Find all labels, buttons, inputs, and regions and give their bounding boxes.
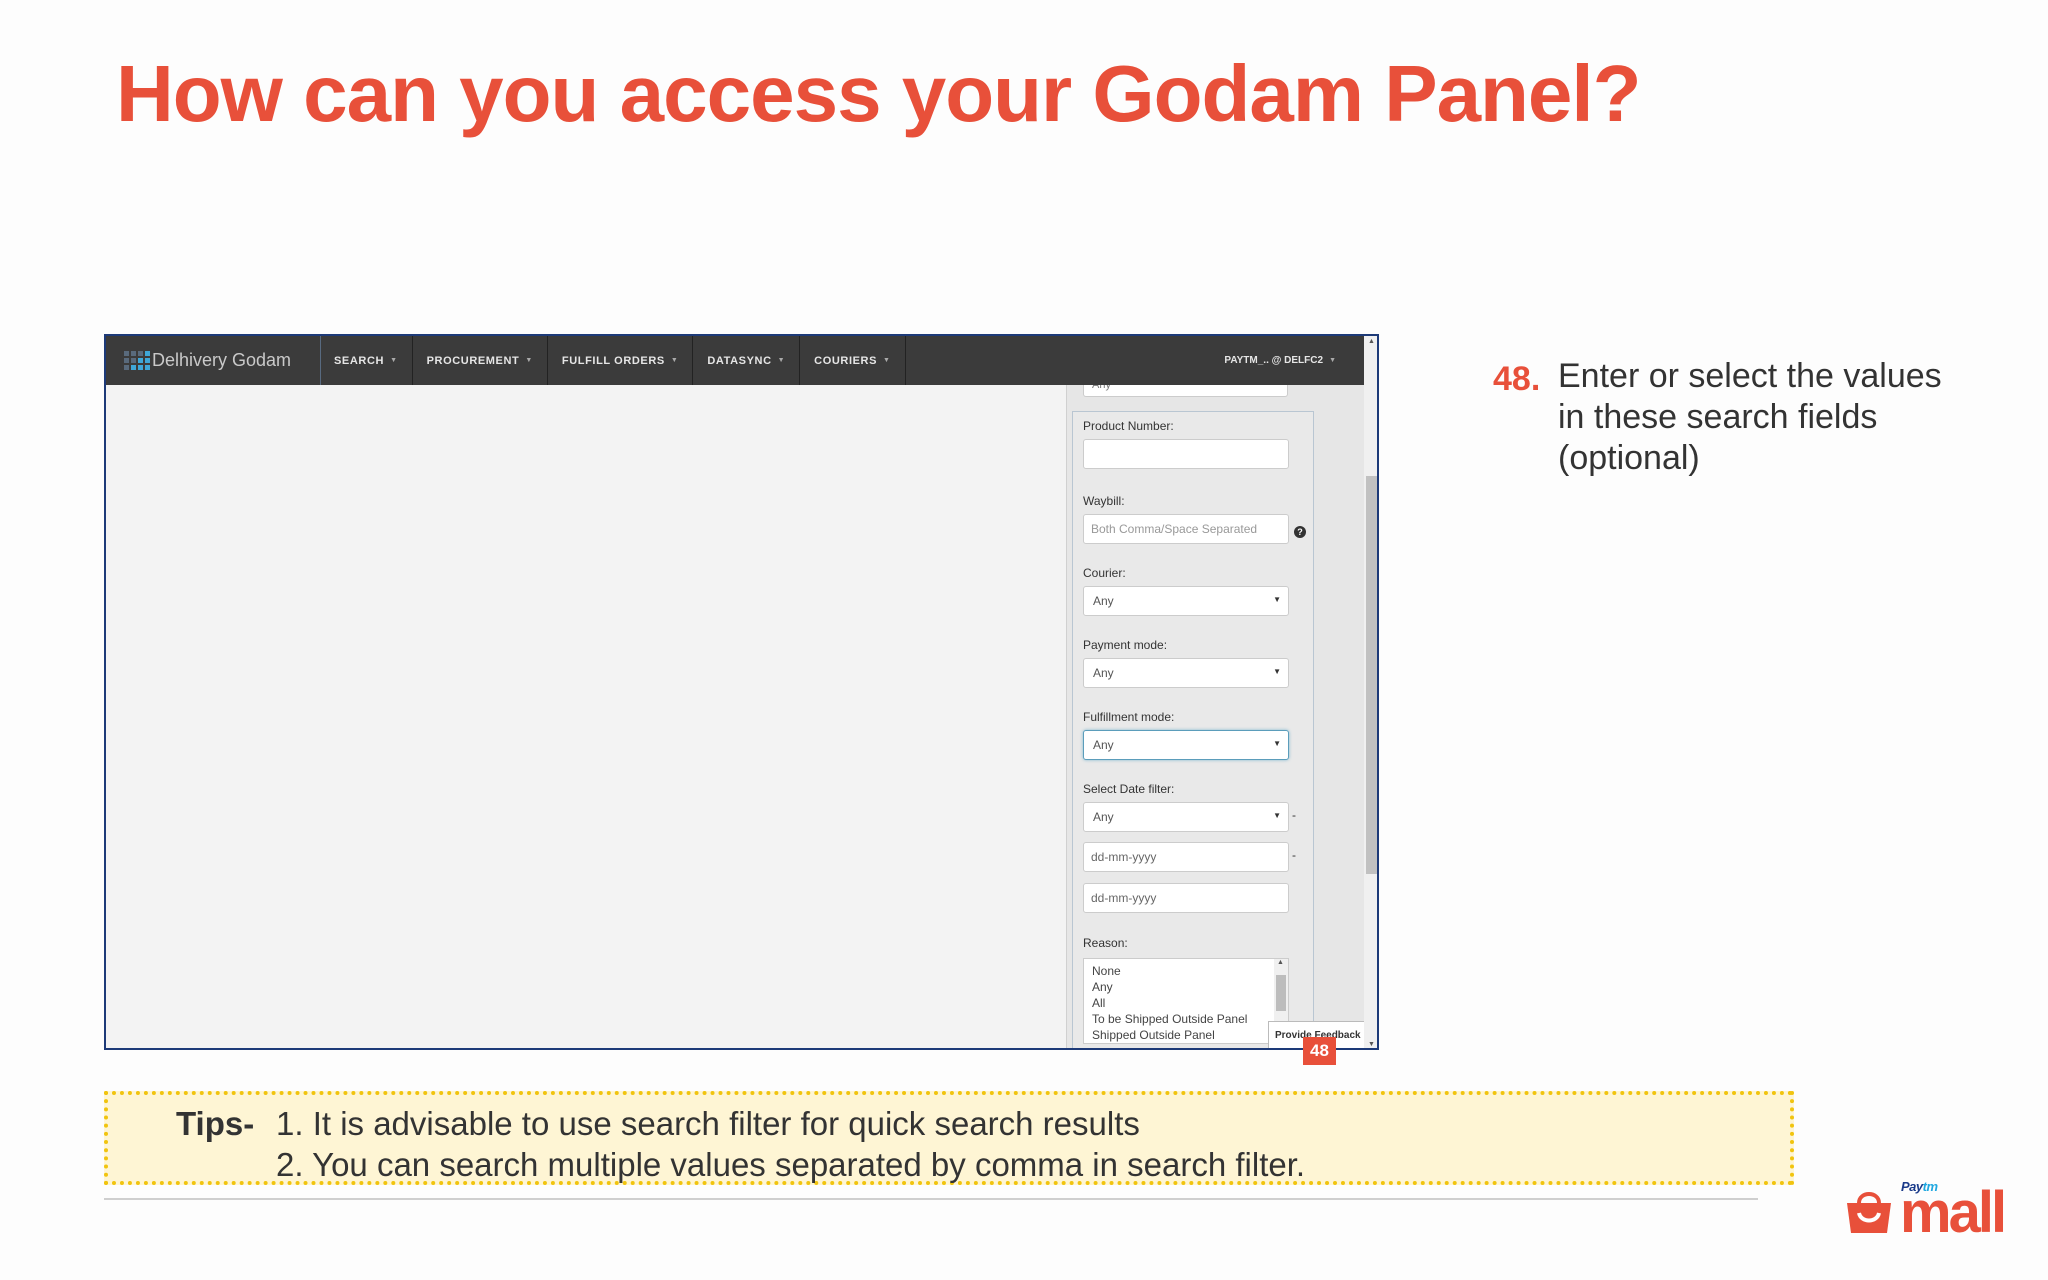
nav-menu: SEARCH ▼ PROCUREMENT ▼ FULFILL ORDERS ▼ DAT… (320, 336, 906, 385)
reason-option[interactable]: Any (1084, 979, 1288, 995)
brand[interactable]: Delhivery Godam (124, 336, 321, 385)
user-menu[interactable]: PAYTM_.. @ DELFC2 ▼ (1224, 336, 1336, 385)
caret-down-icon: ▼ (883, 357, 891, 364)
tip-line-2: 2. You can search multiple values separa… (276, 1146, 1306, 1183)
caret-down-icon: ▼ (390, 357, 398, 364)
cut-off-select[interactable]: Any (1083, 385, 1288, 397)
reason-option[interactable]: Shipped Outside Panel (1084, 1027, 1288, 1043)
chevron-down-icon: ▼ (1273, 739, 1281, 748)
caret-down-icon: ▼ (525, 357, 533, 364)
brand-name: Delhivery Godam (152, 350, 292, 370)
courier-select[interactable]: Any ▼ (1083, 586, 1289, 616)
navbar: Delhivery Godam SEARCH ▼ PROCUREMENT ▼ FUL… (106, 336, 1366, 385)
help-icon[interactable]: ? (1294, 526, 1306, 538)
tips-label: Tips- (176, 1105, 255, 1142)
scroll-up-icon[interactable]: ▲ (1277, 959, 1284, 966)
delhivery-logo-icon (124, 351, 150, 370)
footer-divider (104, 1198, 1758, 1200)
reason-scroll-thumb[interactable] (1276, 975, 1286, 1011)
product-number-label: Product Number: (1083, 419, 1174, 433)
chevron-down-icon: ▼ (1273, 667, 1281, 676)
date-to-input[interactable]: dd-mm-yyyy (1083, 883, 1289, 913)
step-description: Enter or select the values in these sear… (1558, 357, 1942, 477)
caret-down-icon: ▼ (670, 357, 679, 364)
caret-down-icon: ▼ (1329, 357, 1336, 364)
nav-item-datasync[interactable]: DATASYNC ▼ (693, 336, 801, 385)
reason-option[interactable]: None (1084, 963, 1288, 979)
courier-select-value: Any (1093, 594, 1114, 608)
scroll-up-icon[interactable]: ▲ (1368, 338, 1375, 345)
reason-option[interactable]: All (1084, 995, 1288, 1011)
godam-screenshot: Delhivery Godam SEARCH ▼ PROCUREMENT ▼ FUL… (104, 334, 1379, 1050)
caret-down-icon: ▼ (777, 357, 786, 364)
step-badge: 48 (1303, 1037, 1336, 1065)
payment-mode-label: Payment mode: (1083, 638, 1168, 652)
product-number-input[interactable] (1083, 439, 1289, 469)
main-content-area (106, 385, 1066, 1048)
tips-box: Tips- 1. It is advisable to use search f… (104, 1091, 1794, 1185)
reason-multiselect[interactable]: None Any All To be Shipped Outside Panel… (1083, 958, 1289, 1044)
date-filter-select[interactable]: Any ▼ (1083, 802, 1289, 832)
courier-label: Courier: (1083, 566, 1126, 580)
nav-item-search[interactable]: SEARCH ▼ (320, 336, 413, 385)
step-number: 48. (1493, 360, 1541, 398)
dash-separator: - (1292, 848, 1296, 862)
payment-mode-select-value: Any (1093, 666, 1114, 680)
chevron-down-icon: ▼ (1273, 811, 1281, 820)
nav-item-fulfill-orders[interactable]: FULFILL ORDERS ▼ (548, 336, 694, 385)
fulfillment-mode-label: Fulfillment mode: (1083, 710, 1175, 724)
waybill-input[interactable]: Both Comma/Space Separated (1083, 514, 1289, 544)
shopping-bag-icon (1847, 1192, 1891, 1233)
nav-item-procurement[interactable]: PROCUREMENT ▼ (413, 336, 548, 385)
dash-separator: - (1292, 808, 1296, 822)
nav-item-couriers[interactable]: COURIERS ▼ (800, 336, 906, 385)
payment-mode-select[interactable]: Any ▼ (1083, 658, 1289, 688)
waybill-label: Waybill: (1083, 494, 1125, 508)
tip-line-1: 1. It is advisable to use search filter … (276, 1105, 1140, 1142)
date-from-input[interactable]: dd-mm-yyyy (1083, 842, 1289, 872)
date-filter-label: Select Date filter: (1083, 782, 1175, 796)
reason-option[interactable]: To be Shipped Outside Panel (1084, 1011, 1288, 1027)
mall-wordmark: mall (1900, 1180, 2007, 1245)
page-scroll-thumb[interactable] (1366, 476, 1377, 874)
fulfillment-mode-select[interactable]: Any ▼ (1083, 730, 1289, 760)
date-filter-select-value: Any (1093, 810, 1114, 824)
user-name: PAYTM_.. @ DELFC2 (1224, 355, 1324, 366)
reason-label: Reason: (1083, 936, 1128, 950)
fulfillment-mode-select-value: Any (1093, 738, 1114, 752)
slide-title: How can you access your Godam Panel? (116, 49, 1642, 138)
chevron-down-icon: ▼ (1273, 595, 1281, 604)
scroll-down-icon[interactable]: ▼ (1368, 1041, 1375, 1048)
page-scrollbar[interactable]: ▲ ▼ (1364, 336, 1377, 1048)
paytm-mall-logo: Paytm mall (1843, 1179, 2018, 1243)
